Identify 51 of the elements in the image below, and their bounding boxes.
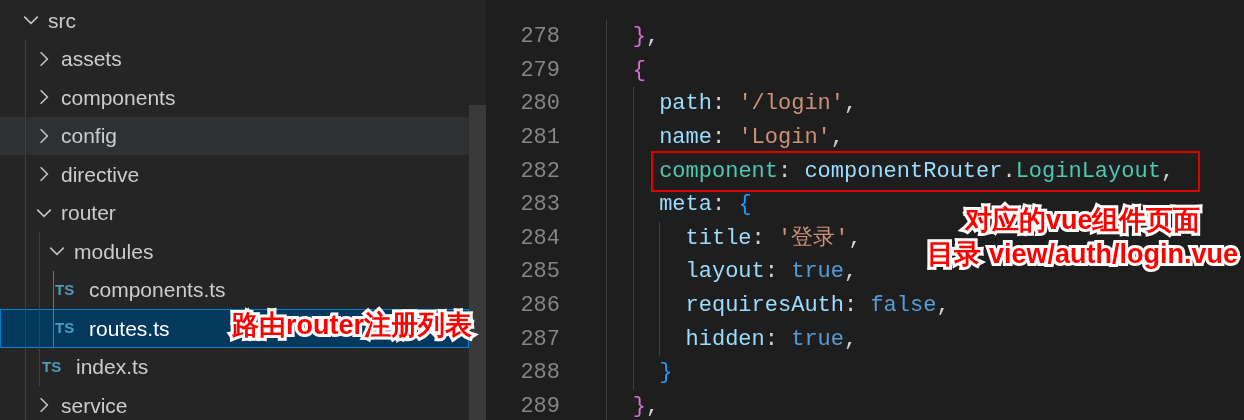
line-number: 289 bbox=[519, 392, 560, 420]
code-line: path: '/login', bbox=[659, 90, 858, 119]
line-number: 278 bbox=[519, 23, 560, 52]
tree-item[interactable]: router bbox=[0, 193, 469, 232]
tree-item-label: components bbox=[61, 84, 176, 111]
code-line: }, bbox=[632, 23, 660, 52]
code-line: layout: true, bbox=[685, 258, 858, 287]
typescript-file-icon: TS bbox=[55, 317, 81, 340]
line-number: 284 bbox=[519, 224, 560, 253]
line-number: 282 bbox=[519, 157, 560, 186]
code-line: component: componentRouter.LoginLayout, bbox=[659, 158, 1175, 184]
code-line: { bbox=[632, 56, 646, 85]
line-number: 280 bbox=[519, 90, 560, 119]
tree-item[interactable]: components bbox=[0, 78, 469, 117]
line-number: 288 bbox=[519, 359, 560, 388]
code-line: } bbox=[659, 359, 673, 388]
tree-item-label: router bbox=[61, 200, 116, 226]
tree-item[interactable]: TS index.ts bbox=[0, 347, 469, 386]
line-number: 287 bbox=[519, 325, 560, 354]
tree-item-label: src bbox=[48, 7, 76, 34]
tree-item-label: routes.ts bbox=[89, 315, 170, 342]
tree-item[interactable]: modules bbox=[0, 232, 469, 271]
callout-text: 路由router注册列表 bbox=[232, 309, 472, 342]
code-line: }, bbox=[632, 392, 660, 420]
line-number: 283 bbox=[519, 191, 560, 220]
code-line: name: 'Login', bbox=[659, 124, 844, 153]
tree-item[interactable]: src bbox=[0, 1, 469, 40]
tree-item[interactable]: directive bbox=[0, 155, 469, 194]
tree-item[interactable]: config bbox=[0, 116, 469, 155]
tree-item-label: assets bbox=[61, 46, 122, 72]
tree-item[interactable]: assets bbox=[0, 39, 469, 78]
typescript-file-icon: TS bbox=[42, 355, 68, 378]
tree-item-label: index.ts bbox=[76, 354, 149, 380]
line-number: 281 bbox=[519, 124, 560, 153]
tree-item-label: components.ts bbox=[89, 277, 226, 303]
code-line: hidden: true, bbox=[685, 325, 858, 354]
tree-item-label: directive bbox=[61, 161, 140, 188]
tree-item-label: config bbox=[61, 123, 118, 149]
code-line: requiresAuth: false, bbox=[685, 292, 950, 321]
tree-item[interactable]: service bbox=[0, 386, 469, 420]
line-number: 285 bbox=[519, 258, 560, 287]
tree-item-label: modules bbox=[74, 238, 154, 265]
typescript-file-icon: TS bbox=[55, 278, 81, 301]
tree-item-label: service bbox=[61, 392, 128, 419]
line-number: 279 bbox=[519, 56, 560, 85]
code-line: meta: { bbox=[659, 191, 752, 220]
tree-item[interactable]: TS components.ts bbox=[0, 270, 469, 309]
callout-text: 对应的vue组件页面 bbox=[963, 204, 1202, 237]
line-number: 286 bbox=[519, 292, 560, 321]
callout-text: 目录 view/auth/login.vue bbox=[927, 238, 1238, 271]
code-line: title: '登录', bbox=[685, 224, 862, 253]
